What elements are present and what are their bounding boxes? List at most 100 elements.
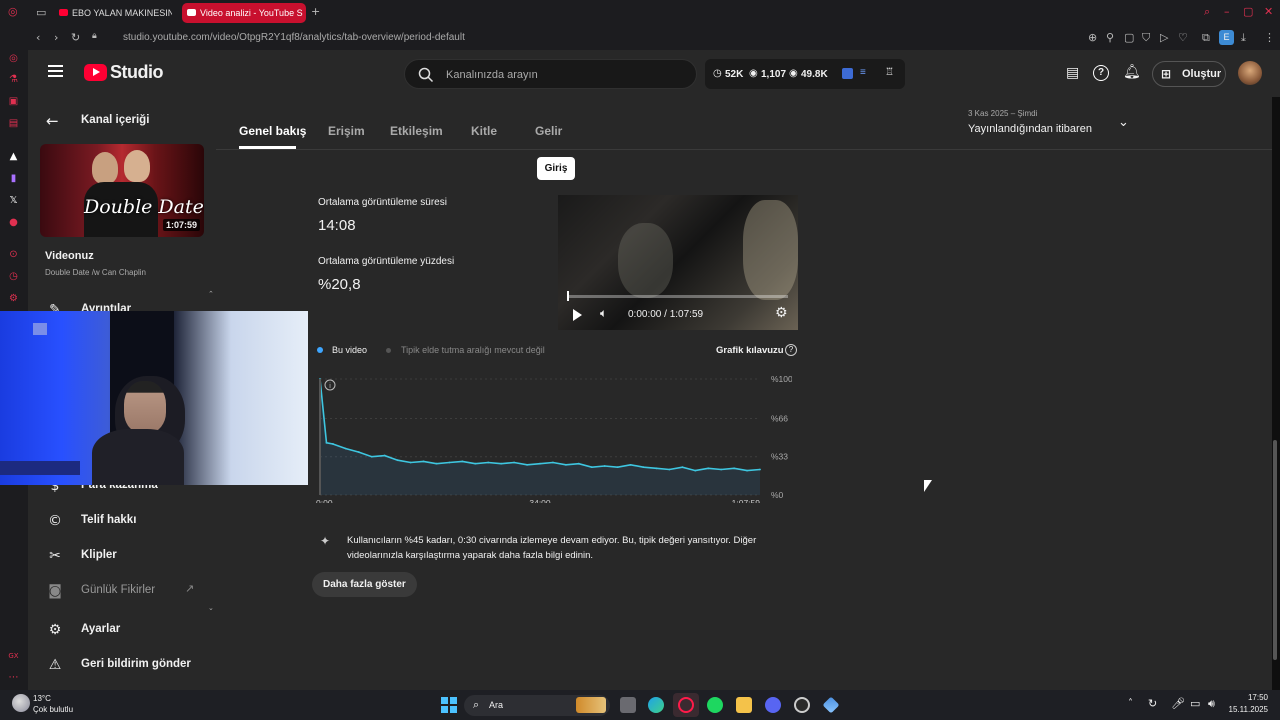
capture-icon[interactable]: ▢ [1124,31,1134,44]
show-more-button[interactable]: Daha fazla göster [312,572,417,597]
shield-icon[interactable]: ⛉ [1142,31,1150,45]
search-input[interactable]: Kanalınızda arayın [404,59,697,89]
sidebar-item-settings[interactable]: ⚙ Ayarlar [28,614,216,644]
back-icon[interactable]: ‹ [36,31,40,44]
series-point [344,447,347,450]
sidebar-app-icon[interactable]: ⊙ [7,248,20,261]
channel-stats[interactable]: ◷ 52K ◉ 1,107 ◉ 49.8K ≡ ♖ [705,59,905,89]
forward-icon[interactable]: › [54,31,58,44]
sidebar-app-icon[interactable]: ● [7,216,20,229]
help-icon[interactable]: ? [1093,65,1109,81]
sidebar-app-icon[interactable]: ◎ [7,52,20,65]
browser-logo-icon[interactable]: ◎ [8,5,18,18]
series-point [396,459,399,462]
gear-icon: ⚙ [48,622,62,638]
tab-ebo[interactable]: EBO YALAN MAKINESINDE [54,3,172,23]
windows-start-icon[interactable] [441,697,457,713]
tab-audience[interactable]: Kitle [471,124,497,138]
pin-icon[interactable]: ⚲ [1106,31,1114,44]
date-range-selector[interactable]: Yayınlandığından itibaren [968,123,1092,135]
microphone-icon[interactable]: 🎤︎ [1171,697,1185,710]
weather-icon[interactable] [12,694,30,712]
captions-icon[interactable]: ▤ [1066,65,1079,81]
hamburger-menu-icon[interactable] [48,65,63,67]
list-icon[interactable]: ≡ [860,67,866,78]
series-point [422,460,425,463]
opera-gx-icon[interactable] [678,697,694,713]
network-icon[interactable]: ▭ [1190,697,1200,710]
sync-icon[interactable]: ↻ [1148,697,1157,710]
sidebar-item-clips[interactable]: ✂ Klipler [28,540,216,570]
search-icon[interactable]: ⌕ [1204,5,1210,19]
maximize-icon[interactable]: ▢ [1243,5,1253,18]
trophy-icon[interactable]: ♖ [885,67,894,78]
edge-icon[interactable] [648,697,664,713]
retention-chart[interactable]: %100 %66 %33 %0 0:00 34:00 1:07:59 i [312,373,792,503]
twitch-icon[interactable]: ▮ [7,172,20,185]
tab-overview[interactable]: Genel bakış [239,124,306,138]
video-thumbnail[interactable]: Double Date 1:07:59 [40,144,204,237]
taskbar-search[interactable]: ⌕ Ara [464,695,610,716]
sidebar-app-icon[interactable]: ⚗ [7,73,20,86]
video-player[interactable]: 🔈︎ 0:00:00 / 1:07:59 ⚙ [558,195,798,330]
new-tab-icon[interactable]: + [311,5,320,18]
app-icon[interactable] [822,696,840,714]
volume-icon[interactable]: 🔈︎ [600,306,607,321]
sidebar-item-feedback[interactable]: ⚠ Geri bildirim gönder [28,649,216,679]
play-icon[interactable]: ▷ [1160,31,1168,44]
sidebar-app-icon[interactable]: ▲ [7,150,20,163]
sidebar-app-icon[interactable]: ▣ [7,95,20,108]
url-field[interactable]: studio.youtube.com/video/OtpgR2Y1qf8/ana… [123,32,465,43]
x-icon[interactable]: 𝕏 [7,194,20,207]
player-settings-icon[interactable]: ⚙ [775,305,788,321]
play-icon[interactable] [573,309,582,321]
minimize-icon[interactable]: – [1224,5,1230,18]
seek-bar[interactable] [568,295,788,298]
back-to-content-link[interactable]: Kanal içeriği [81,114,149,126]
extension-icon[interactable] [842,68,853,79]
back-arrow-icon[interactable]: ← [46,112,59,130]
heart-icon[interactable]: ♡ [1178,31,1188,44]
more-icon[interactable]: ⋯ [7,671,20,684]
menu-icon[interactable]: ⋮ [1264,31,1275,44]
sidebar-item-daily-ideas[interactable]: ◙ Günlük Fikirler ↗ [28,575,216,605]
download-icon[interactable]: ⤓ [1241,31,1246,45]
studio-logo-text[interactable]: Studio [110,62,164,83]
tab-reach[interactable]: Erişim [328,124,365,138]
help-icon[interactable]: ? [785,344,797,356]
scrollbar-thumb[interactable] [1273,440,1277,660]
scroll-down-icon[interactable]: ⌄ [208,604,214,612]
idea-icon: ◙ [48,583,62,599]
close-icon[interactable]: ✕ [1264,5,1273,18]
bell-icon[interactable]: 🔔︎ [1123,64,1141,80]
tab-engagement[interactable]: Etkileşim [390,124,443,138]
clock-icon[interactable]: ◷ [7,270,20,283]
task-view-icon[interactable] [620,697,636,713]
discord-icon[interactable] [765,697,781,713]
extensions-icon[interactable]: ⧉ [1202,31,1210,45]
clock-date[interactable]: 15.11.2025 [1224,705,1268,714]
chevron-down-icon[interactable]: ⌄ [1118,115,1129,130]
tray-chevron-icon[interactable]: ˄ [1128,698,1133,709]
file-explorer-icon[interactable] [736,697,752,713]
youtube-logo-icon[interactable] [84,64,107,81]
zoom-icon[interactable]: ⊕ [1088,31,1097,44]
clock-time[interactable]: 17:50 [1234,693,1268,702]
create-button[interactable]: ⊞ Oluştur [1152,61,1226,87]
sidebar-app-icon[interactable]: ⚙ [7,292,20,305]
tab-studio[interactable]: Video analizi - YouTube S [182,3,306,23]
sidebar-app-icon[interactable]: ▤ [7,117,20,130]
sidebar-app-icon[interactable]: GX [7,650,20,663]
chart-guide-link[interactable]: Grafik kılavuzu [716,345,784,356]
avatar[interactable] [1238,61,1262,85]
sidebar-item-copyright[interactable]: © Telif hakkı [28,505,216,535]
tab-overview-icon[interactable]: ▭ [36,6,46,19]
section-chip[interactable]: Giriş [537,157,575,180]
spotify-icon[interactable] [707,697,723,713]
reload-icon[interactable]: ↻ [71,31,80,44]
steam-icon[interactable] [794,697,810,713]
tab-revenue[interactable]: Gelir [535,124,562,138]
seek-handle[interactable] [567,291,569,301]
extension-e-icon[interactable]: E [1219,30,1234,45]
volume-icon[interactable]: 🔊︎ [1208,697,1215,711]
